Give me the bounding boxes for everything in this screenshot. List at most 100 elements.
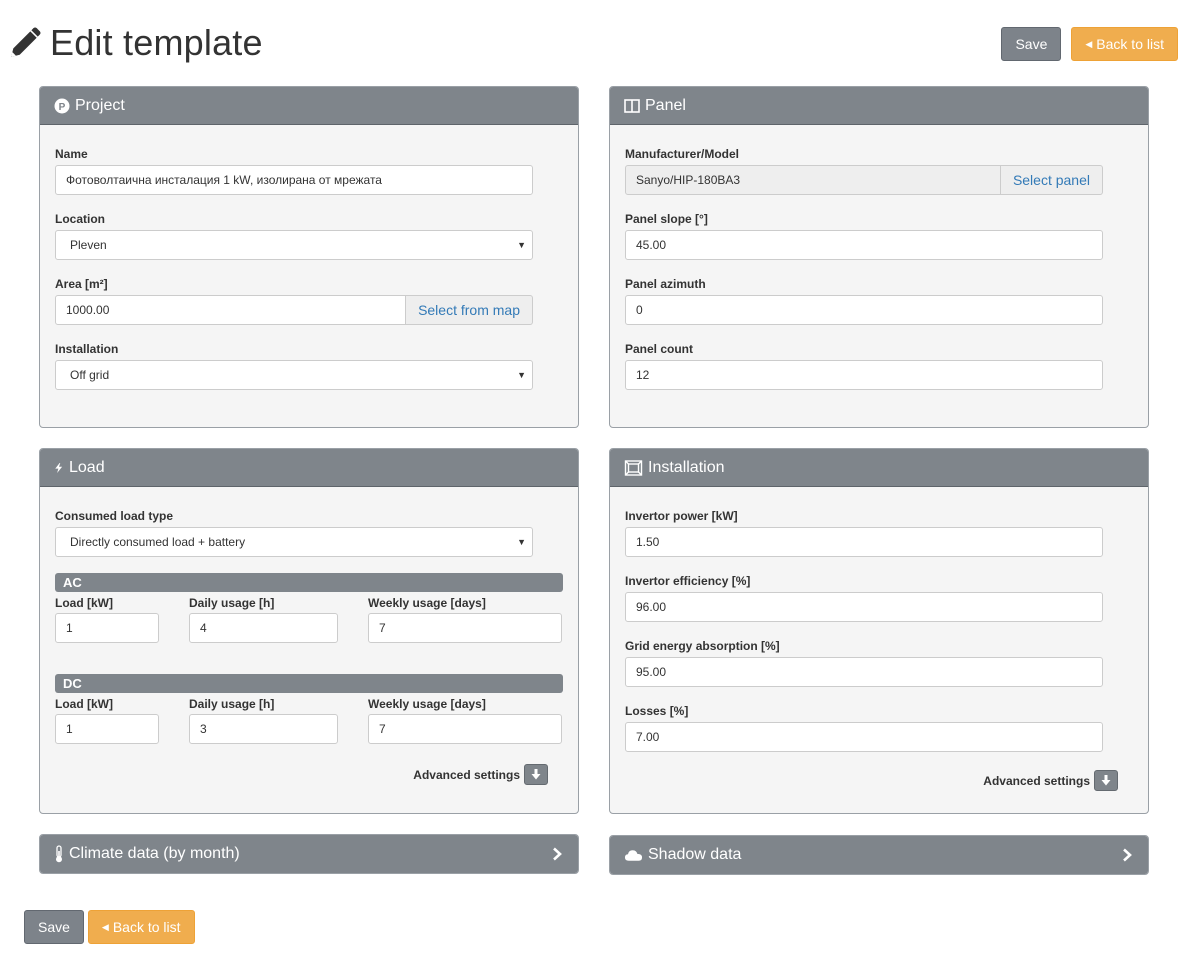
installation-type-value: Off grid [70,368,110,382]
invertor-power-field: Invertor power [kW] 1.50 [625,509,1133,557]
area-input[interactable]: 1000.00 [55,295,407,325]
select-from-map-button[interactable]: Select from map [406,295,533,325]
page-header: Edit template [8,18,263,68]
location-field: Location Pleven ▼ [55,212,563,260]
ac-load-col: Load [kW] 1 [55,596,159,643]
load-advanced-settings: Advanced settings [55,764,548,785]
ac-daily-label: Daily usage [h] [189,596,275,610]
installation-type-select[interactable]: Off grid ▼ [55,360,533,390]
shadow-heading-text: Shadow data [648,846,742,863]
dc-weekly-col: Weekly usage [days] 7 [368,697,562,744]
panel-azimuth-input[interactable]: 0 [625,295,1103,325]
ac-weekly-col: Weekly usage [days] 7 [368,596,562,643]
grid-absorption-field: Grid energy absorption [%] 95.00 [625,639,1133,687]
installation-panel-body: Invertor power [kW] 1.50 Invertor effici… [610,487,1148,806]
load-type-value: Directly consumed load + battery [70,535,246,549]
ac-subheading: AC [55,573,563,592]
save-button-bottom[interactable]: Save [24,910,84,944]
installation-heading-text: Installation [648,458,725,476]
pencil-icon [11,27,41,57]
panel-panel-heading: Panel [610,87,1148,125]
invertor-efficiency-input[interactable]: 96.00 [625,592,1103,622]
panel-count-label: Panel count [625,342,694,356]
back-to-list-button-bottom[interactable]: ◀ Back to list [87,910,195,944]
ac-daily-input[interactable]: 4 [189,613,338,643]
area-field: Area [m²] 1000.00 Select from map [55,277,563,325]
svg-text:P: P [59,102,66,113]
project-panel-body: Name Фотоволтаична инсталация 1 kW, изол… [40,125,578,405]
back-to-list-button[interactable]: ◀ Back to list [1071,27,1178,61]
installation-panel-heading: Installation [610,449,1148,487]
installation-panel: Installation Invertor power [kW] 1.50 In… [609,448,1149,814]
project-p-icon: P [54,98,70,113]
location-value: Pleven [70,238,107,252]
name-label: Name [55,147,88,161]
name-input[interactable]: Фотоволтаична инсталация 1 kW, изолирана… [55,165,533,195]
losses-input[interactable]: 7.00 [625,722,1103,752]
losses-field: Losses [%] 7.00 [625,704,1133,752]
chevron-right-icon [1123,848,1132,862]
panel-panel-body: Manufacturer/Model Sanyo/HIP-180BA3 Sele… [610,125,1148,405]
project-panel-heading: P Project [40,87,578,125]
dc-load-input[interactable]: 1 [55,714,159,744]
ac-row: Load [kW] 1 Daily usage [h] 4 Weekly usa… [55,596,563,643]
dc-row: Load [kW] 1 Daily usage [h] 3 Weekly usa… [55,697,563,744]
cloud-icon [624,850,643,861]
load-heading-text: Load [69,458,105,476]
climate-panel[interactable]: Climate data (by month) [39,834,579,874]
ac-load-label: Load [kW] [55,596,113,610]
panel-heading-text: Panel [645,96,686,114]
shadow-panel[interactable]: Shadow data [609,835,1149,875]
caret-left-icon: ◀ [1085,38,1093,49]
load-panel-body: Consumed load type Directly consumed loa… [40,487,578,800]
select-panel-button[interactable]: Select panel [1000,165,1103,195]
installation-advanced-toggle[interactable] [1094,770,1118,791]
ac-daily-col: Daily usage [h] 4 [189,596,338,643]
invertor-power-label: Invertor power [kW] [625,509,738,523]
panel-slope-label: Panel slope [°] [625,212,708,226]
losses-label: Losses [%] [625,704,689,718]
manufacturer-input: Sanyo/HIP-180BA3 [625,165,1001,195]
load-type-select[interactable]: Directly consumed load + battery ▼ [55,527,533,557]
page-title: Edit template [50,22,263,63]
back-button-label: Back to list [112,919,181,935]
dc-load-col: Load [kW] 1 [55,697,159,744]
dc-weekly-input[interactable]: 7 [368,714,562,744]
installation-icon [624,459,643,476]
ac-load-input[interactable]: 1 [55,613,159,643]
panel-count-field: Panel count 12 [625,342,1133,390]
grid-absorption-input[interactable]: 95.00 [625,657,1103,687]
climate-heading-text: Climate data (by month) [69,845,240,862]
bottom-actions: Save ◀ Back to list [24,910,195,944]
project-heading-text: Project [75,96,125,114]
panel-panel: Panel Manufacturer/Model Sanyo/HIP-180BA… [609,86,1149,428]
ac-weekly-input[interactable]: 7 [368,613,562,643]
load-advanced-toggle[interactable] [524,764,548,785]
thermometer-icon [56,845,62,863]
back-button-label: Back to list [1096,36,1164,52]
climate-panel-heading[interactable]: Climate data (by month) [40,835,578,873]
installation-type-label: Installation [55,342,119,356]
panel-slope-input[interactable]: 45.00 [625,230,1103,260]
save-button-label: Save [38,919,70,935]
panel-count-input[interactable]: 12 [625,360,1103,390]
location-select[interactable]: Pleven ▼ [55,230,533,260]
dc-daily-input[interactable]: 3 [189,714,338,744]
caret-down-icon: ▼ [517,370,526,380]
columns-icon [624,98,640,113]
load-advanced-label: Advanced settings [413,767,520,782]
save-button-label: Save [1015,36,1048,52]
invertor-power-input[interactable]: 1.50 [625,527,1103,557]
panel-azimuth-label: Panel azimuth [625,277,706,291]
manufacturer-field: Manufacturer/Model Sanyo/HIP-180BA3 Sele… [625,147,1133,195]
top-actions: Save ◀ Back to list [1001,27,1178,61]
invertor-efficiency-label: Invertor efficiency [%] [625,574,751,588]
manufacturer-label: Manufacturer/Model [625,147,740,161]
invertor-efficiency-field: Invertor efficiency [%] 96.00 [625,574,1133,622]
dc-weekly-label: Weekly usage [days] [368,697,486,711]
dc-subheading: DC [55,674,563,693]
load-type-label: Consumed load type [55,509,174,523]
caret-left-icon: ◀ [101,921,109,932]
shadow-panel-heading[interactable]: Shadow data [610,836,1148,874]
save-button[interactable]: Save [1001,27,1062,61]
